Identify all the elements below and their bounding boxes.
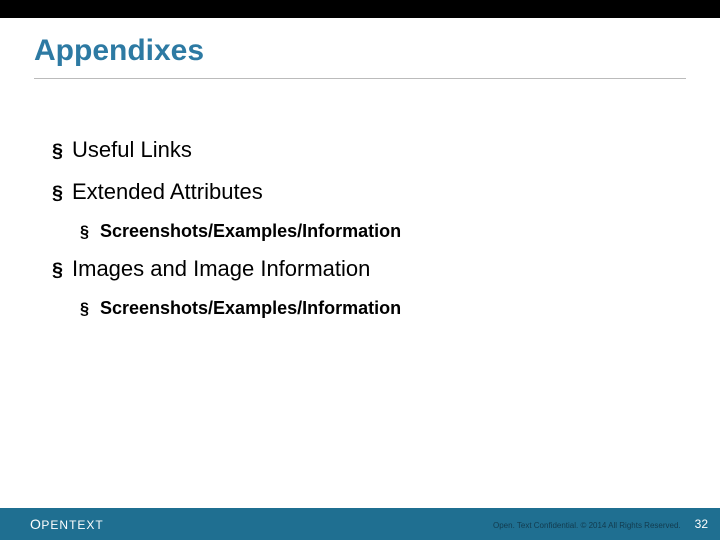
bullet-icon: § bbox=[80, 224, 90, 234]
bullet-extended-attributes: § Extended Attributes bbox=[52, 179, 686, 205]
bullet-icon: § bbox=[52, 261, 62, 271]
slide: Appendixes § Useful Links § Extended Att… bbox=[0, 0, 720, 540]
bullet-label: Extended Attributes bbox=[72, 179, 263, 205]
page-number: 32 bbox=[695, 517, 708, 531]
footer-bar: OPENTEXT Open. Text Confidential. © 2014… bbox=[0, 508, 720, 540]
subbullet-label: Screenshots/Examples/Information bbox=[100, 298, 401, 319]
subbullet-images-info: § Screenshots/Examples/Information bbox=[80, 298, 686, 319]
bullet-label: Images and Image Information bbox=[72, 256, 370, 282]
bullet-label: Useful Links bbox=[72, 137, 192, 163]
content-area: § Useful Links § Extended Attributes § S… bbox=[0, 79, 720, 319]
bullet-icon: § bbox=[52, 184, 62, 194]
bullet-icon: § bbox=[52, 142, 62, 152]
subbullet-extended-attributes: § Screenshots/Examples/Information bbox=[80, 221, 686, 242]
bullet-images-info: § Images and Image Information bbox=[52, 256, 686, 282]
bullet-icon: § bbox=[80, 301, 90, 311]
bullet-useful-links: § Useful Links bbox=[52, 137, 686, 163]
subbullet-label: Screenshots/Examples/Information bbox=[100, 221, 401, 242]
logo-text: TEXT bbox=[69, 518, 104, 532]
confidential-text: Open. Text Confidential. © 2014 All Righ… bbox=[493, 521, 681, 530]
logo-o: O bbox=[30, 516, 41, 532]
slide-title: Appendixes bbox=[0, 18, 720, 68]
logo-opentext: OPENTEXT bbox=[30, 516, 104, 532]
logo-pen: PEN bbox=[41, 518, 69, 532]
footer-right: Open. Text Confidential. © 2014 All Righ… bbox=[493, 517, 708, 531]
